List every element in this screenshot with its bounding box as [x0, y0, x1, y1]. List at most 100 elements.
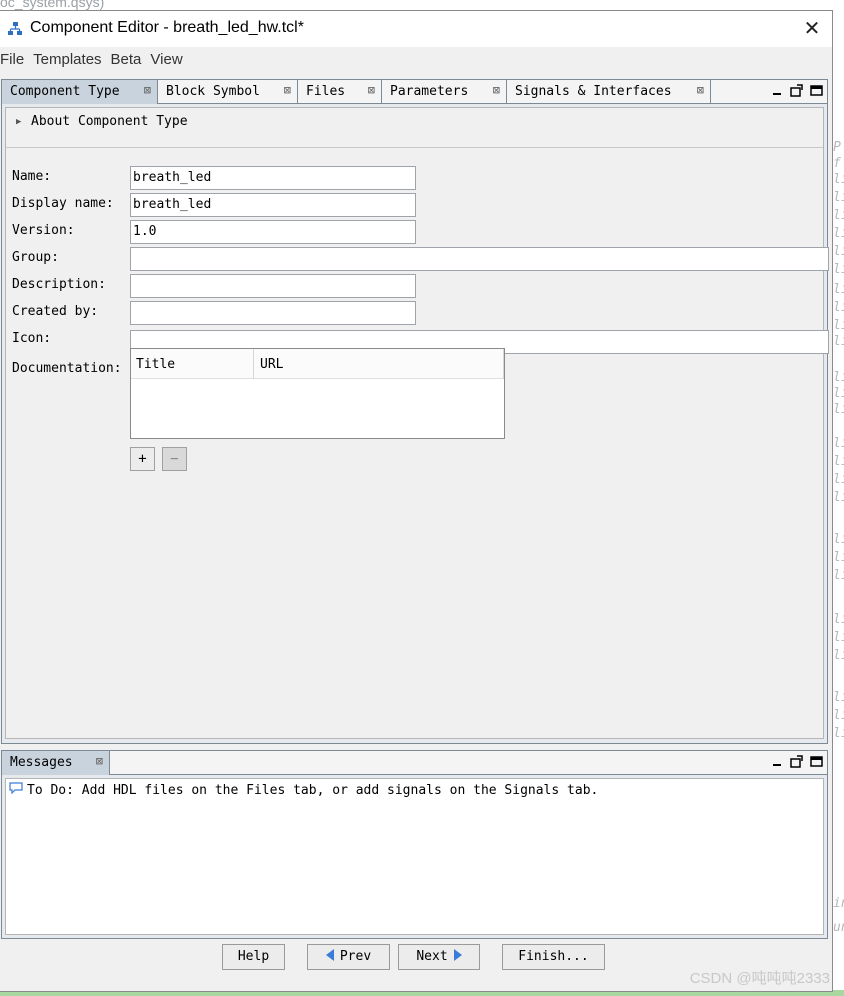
- column-header-title[interactable]: Title: [136, 357, 175, 372]
- display-name-input[interactable]: breath_led: [130, 193, 416, 217]
- background-code-fragment: li: [833, 172, 844, 187]
- menu-view[interactable]: View: [150, 48, 187, 72]
- help-button[interactable]: Help: [222, 944, 285, 970]
- created-by-label: Created by:: [12, 304, 99, 319]
- tab-close-icon[interactable]: ⊠: [493, 83, 500, 97]
- menu-file[interactable]: File: [0, 48, 29, 72]
- background-code-fragment: li: [833, 690, 844, 705]
- background-code-fragment: f: [833, 156, 841, 171]
- background-code-fragment: li: [833, 532, 844, 547]
- background-code-fragment: li: [833, 490, 844, 505]
- tab-label: Component Type: [10, 84, 120, 99]
- group-label: Group:: [12, 250, 59, 265]
- component-editor-icon: [8, 22, 22, 35]
- tab-label: Block Symbol: [166, 84, 260, 99]
- add-documentation-button[interactable]: +: [130, 447, 155, 471]
- window-title: Component Editor - breath_led_hw.tcl*: [30, 19, 304, 36]
- column-divider: [503, 349, 504, 379]
- finish-button[interactable]: Finish...: [502, 944, 605, 970]
- documentation-label: Documentation:: [12, 361, 122, 376]
- minimize-icon[interactable]: [772, 755, 782, 769]
- restore-icon[interactable]: [790, 84, 804, 98]
- background-code-fragment: li: [833, 454, 844, 469]
- background-code-fragment: li: [833, 436, 844, 451]
- name-input[interactable]: breath_led: [130, 166, 416, 190]
- maximize-icon[interactable]: [810, 84, 824, 98]
- background-code-fragment: li: [833, 612, 844, 627]
- background-window-title: oc_system.qsys): [0, 0, 105, 10]
- background-code-fragment: li: [833, 708, 844, 723]
- tab-label: Signals & Interfaces: [515, 84, 672, 99]
- background-code-fragment: li: [833, 262, 844, 277]
- background-code-fragment: li: [833, 300, 844, 315]
- restore-icon[interactable]: [790, 755, 804, 769]
- minimize-icon[interactable]: [772, 84, 782, 98]
- next-button[interactable]: Next: [398, 944, 480, 970]
- background-code-fragment: un: [833, 920, 844, 935]
- background-code-fragment: li: [833, 334, 844, 349]
- prev-button[interactable]: Prev: [307, 944, 390, 970]
- tab-strip: Component Type ⊠ Block Symbol ⊠ Files ⊠ …: [2, 80, 827, 104]
- messages-body: To Do: Add HDL files on the Files tab, o…: [5, 778, 824, 935]
- remove-documentation-button[interactable]: −: [162, 447, 187, 471]
- close-window-button[interactable]: ✕: [798, 15, 826, 43]
- prev-label: Prev: [339, 949, 372, 964]
- component-type-content: ▶ About Component Type Name: breath_led …: [5, 107, 829, 739]
- expand-arrow-icon[interactable]: ▶: [16, 117, 21, 127]
- background-code-fragment: li: [833, 370, 844, 385]
- tab-label: Messages: [10, 755, 73, 770]
- tab-component-type[interactable]: Component Type ⊠: [2, 80, 158, 104]
- tab-parameters[interactable]: Parameters ⊠: [382, 80, 507, 104]
- background-code-fragment: li: [833, 648, 844, 663]
- background-code-fragment: li: [833, 568, 844, 583]
- documentation-table[interactable]: Title URL: [130, 348, 505, 439]
- tab-close-icon[interactable]: ⊠: [284, 83, 291, 97]
- description-input[interactable]: [130, 274, 416, 298]
- group-input[interactable]: [130, 247, 829, 271]
- tab-close-icon[interactable]: ⊠: [368, 83, 375, 97]
- display-name-label: Display name:: [12, 196, 114, 211]
- about-section[interactable]: ▶ About Component Type: [6, 108, 823, 148]
- next-label: Next: [416, 949, 448, 964]
- column-header-url[interactable]: URL: [260, 357, 283, 372]
- background-code-fragment: in: [833, 896, 844, 911]
- title-bar: Component Editor - breath_led_hw.tcl* ✕: [0, 11, 832, 47]
- menu-templates[interactable]: Templates: [33, 48, 106, 72]
- tab-close-icon[interactable]: ⊠: [144, 83, 151, 97]
- maximize-icon[interactable]: [810, 755, 824, 769]
- about-component-type-label[interactable]: About Component Type: [31, 114, 188, 129]
- tab-block-symbol[interactable]: Block Symbol ⊠: [158, 80, 298, 104]
- tab-close-icon[interactable]: ⊠: [96, 754, 103, 768]
- background-code-fragment: li: [833, 630, 844, 645]
- tab-label: Files: [306, 84, 346, 99]
- background-code-fragment: li: [833, 244, 844, 259]
- description-label: Description:: [12, 277, 106, 292]
- icon-label: Icon:: [12, 331, 52, 346]
- background-code-fragment: li: [833, 282, 844, 297]
- tab-signals-interfaces[interactable]: Signals & Interfaces ⊠: [507, 80, 711, 104]
- background-code-fragment: li: [833, 550, 844, 565]
- arrow-left-icon: [325, 949, 334, 961]
- editor-panel: Component Type ⊠ Block Symbol ⊠ Files ⊠ …: [1, 79, 829, 744]
- info-speech-bubble-icon: [9, 782, 23, 794]
- tab-messages[interactable]: Messages ⊠: [2, 751, 110, 775]
- messages-panel: Messages ⊠ To Do: Add HDL files on the F…: [1, 750, 828, 939]
- tab-files[interactable]: Files ⊠: [298, 80, 382, 104]
- tab-close-icon[interactable]: ⊠: [697, 83, 704, 97]
- background-code-fragment: li: [833, 726, 844, 741]
- background-code-fragment: li: [833, 402, 844, 417]
- menu-beta[interactable]: Beta: [111, 48, 147, 72]
- version-label: Version:: [12, 223, 75, 238]
- background-code-fragment: li: [833, 472, 844, 487]
- menu-bar: File Templates Beta View: [0, 48, 832, 72]
- table-header: Title URL: [131, 349, 504, 379]
- background-code-strip: Pf li li li li li li li li li li li li li li li li li li li…: [832, 120, 844, 996]
- created-by-input[interactable]: [130, 301, 416, 325]
- background-code-fragment: li: [833, 318, 844, 333]
- background-code-fragment: li: [833, 386, 844, 401]
- messages-tab-strip: Messages ⊠: [2, 751, 827, 775]
- background-code-fragment: li: [833, 208, 844, 223]
- background-code-fragment: P: [833, 140, 841, 155]
- column-divider: [253, 349, 254, 379]
- version-input[interactable]: 1.0: [130, 220, 416, 244]
